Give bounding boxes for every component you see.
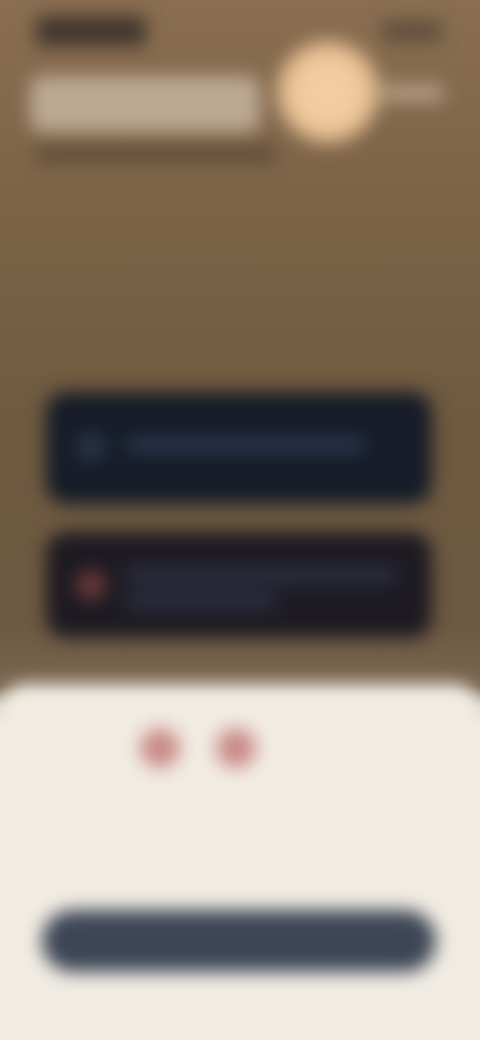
header-tag [382,84,444,102]
option-label [126,568,396,582]
dot-icon [140,728,180,768]
option-icon [76,570,106,600]
page-subtitle [36,146,276,162]
option-icon [76,432,106,462]
option-label [126,438,366,452]
option-card-2[interactable] [46,532,432,638]
primary-button[interactable] [42,910,436,972]
status-bar [28,12,452,52]
sun-icon [276,40,380,144]
option-sublabel [126,594,276,608]
app-logo [36,16,146,46]
illustration [140,728,270,768]
option-card-1[interactable] [46,392,432,504]
dot-icon [216,728,256,768]
status-indicators [382,20,442,42]
page-title [30,76,260,132]
bottom-sheet [0,684,480,1040]
